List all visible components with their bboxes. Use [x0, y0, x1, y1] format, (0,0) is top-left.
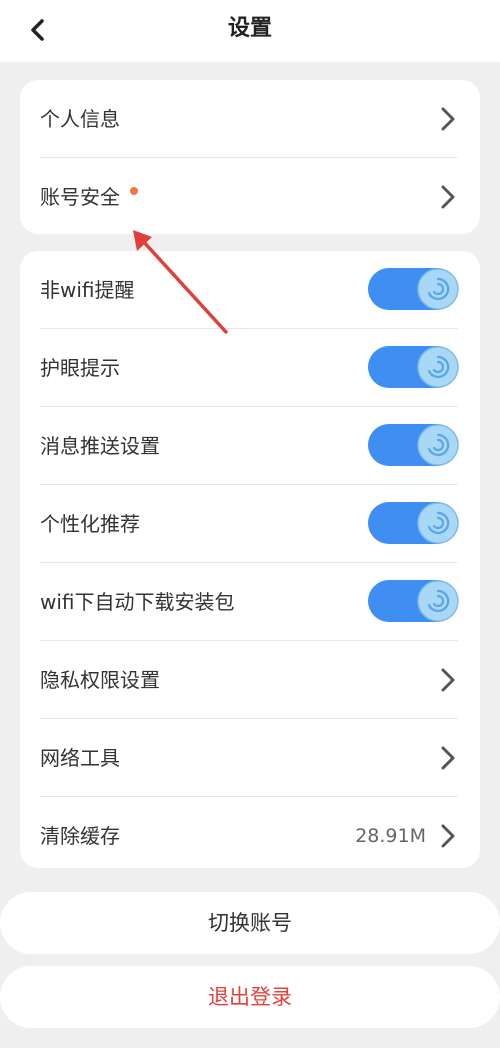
privacy-permissions-row[interactable]: 隐私权限设置 — [40, 641, 458, 719]
toggle-knob-icon — [417, 268, 459, 310]
chevron-right-icon — [441, 107, 455, 131]
network-tools-label: 网络工具 — [40, 746, 120, 770]
wifi-auto-download-toggle[interactable] — [368, 580, 459, 622]
account-security-row[interactable]: 账号安全 — [40, 158, 458, 236]
chevron-right-icon — [441, 824, 455, 848]
account-settings-card: 个人信息 账号安全 — [20, 80, 480, 234]
wifi-auto-download-row: wifi下自动下载安装包 — [40, 563, 459, 641]
personal-info-label: 个人信息 — [40, 107, 120, 131]
toggle-knob-icon — [417, 502, 459, 544]
push-notification-toggle[interactable] — [368, 424, 459, 466]
eye-protection-label: 护眼提示 — [40, 356, 120, 380]
page-title: 设置 — [227, 16, 272, 41]
toggle-knob-icon — [417, 580, 459, 622]
non-wifi-reminder-row: 非wifi提醒 — [40, 251, 459, 329]
account-security-label: 账号安全 — [40, 185, 120, 209]
push-notification-label: 消息推送设置 — [40, 434, 160, 458]
network-tools-row[interactable]: 网络工具 — [40, 719, 458, 797]
non-wifi-reminder-toggle[interactable] — [368, 268, 459, 310]
push-notification-row: 消息推送设置 — [40, 407, 459, 485]
toggle-knob-icon — [417, 346, 459, 388]
wifi-auto-download-label: wifi下自动下载安装包 — [40, 590, 235, 614]
toggle-knob-icon — [417, 424, 459, 466]
personalized-recommendation-row: 个性化推荐 — [40, 485, 459, 563]
non-wifi-reminder-label: 非wifi提醒 — [40, 278, 135, 302]
notification-dot — [130, 187, 138, 195]
eye-protection-row: 护眼提示 — [40, 329, 459, 407]
clear-cache-row[interactable]: 清除缓存 28.91M — [40, 797, 458, 875]
chevron-right-icon — [441, 185, 455, 209]
personalized-recommendation-label: 个性化推荐 — [40, 512, 140, 536]
personal-info-row[interactable]: 个人信息 — [40, 80, 458, 158]
chevron-right-icon — [441, 668, 455, 692]
eye-protection-toggle[interactable] — [368, 346, 459, 388]
cache-size-value: 28.91M — [355, 825, 426, 847]
clear-cache-label: 清除缓存 — [40, 824, 120, 848]
logout-button[interactable]: 退出登录 — [0, 966, 500, 1028]
chevron-right-icon — [441, 746, 455, 770]
privacy-permissions-label: 隐私权限设置 — [40, 668, 160, 692]
top-bar: 设置 — [0, 0, 500, 62]
switch-account-button[interactable]: 切换账号 — [0, 892, 500, 954]
personalized-recommendation-toggle[interactable] — [368, 502, 459, 544]
general-settings-card: 非wifi提醒 护眼提示 消息推送设置 个性化推荐 wifi下自动下载安装包 隐… — [20, 251, 480, 868]
